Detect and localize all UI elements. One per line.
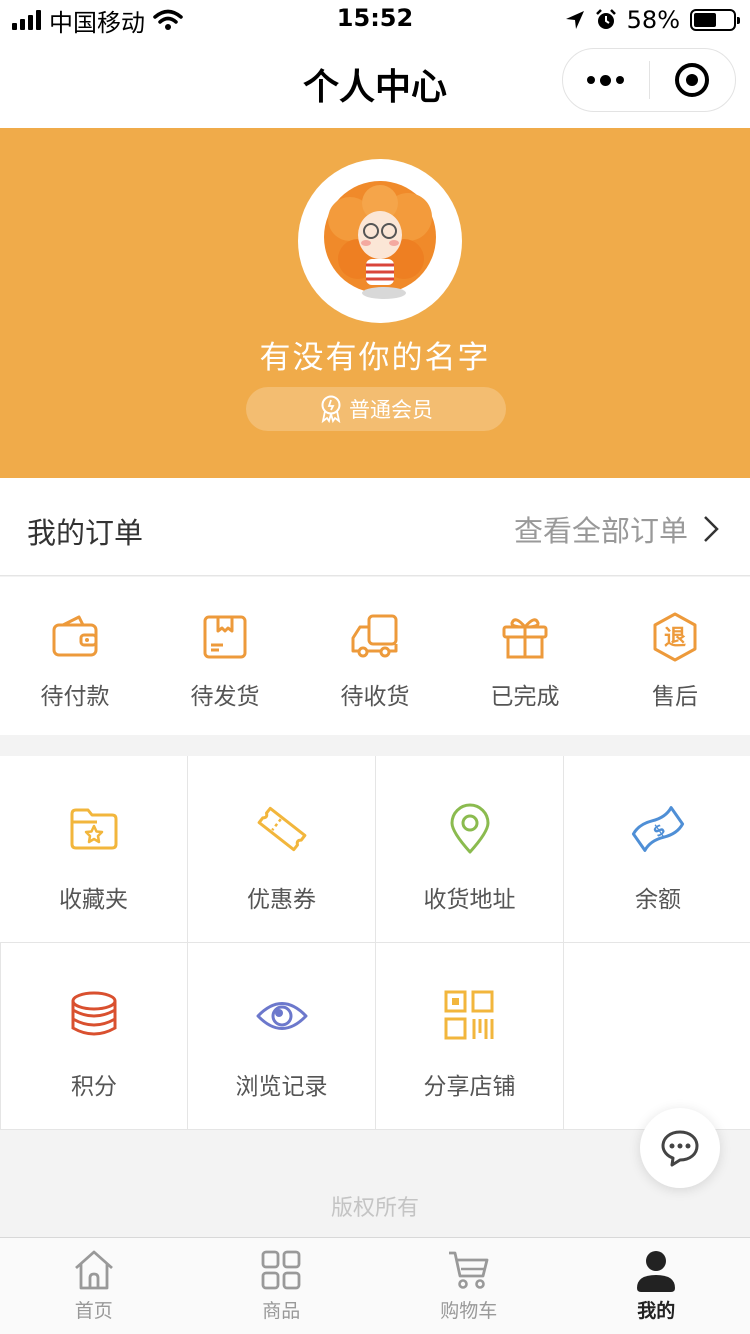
service-label: 余额 [635, 887, 681, 913]
grid-icon [261, 1250, 301, 1290]
package-icon [203, 615, 247, 659]
order-after-sales[interactable]: 退 售后 [600, 577, 750, 735]
bottom-tab-bar: 首页 商品 购物车 我的 [0, 1237, 750, 1334]
empty-cell [564, 943, 750, 1130]
order-completed[interactable]: 已完成 [450, 577, 600, 735]
chat-bubble-icon [661, 1130, 699, 1167]
battery-percent: 58% [626, 6, 680, 34]
share-store-cell[interactable]: 分享店铺 [376, 943, 564, 1130]
customer-service-button[interactable] [640, 1108, 720, 1188]
svg-text:退: 退 [664, 626, 686, 651]
location-pin-icon [450, 803, 489, 854]
qr-code-icon [444, 990, 493, 1040]
order-item-label: 待付款 [40, 684, 110, 710]
services-grid: 收藏夹 优惠券 收货地址 $ 余额 积分 浏览记录 分享店铺 [0, 756, 750, 1130]
order-item-label: 待发货 [190, 684, 260, 710]
order-pending-payment[interactable]: 待付款 [0, 577, 150, 735]
eye-icon [256, 1002, 307, 1030]
my-orders-header: 我的订单 查看全部订单 [0, 478, 750, 576]
status-bar: 中国移动 15:52 58% [0, 0, 750, 40]
my-orders-title: 我的订单 [27, 516, 144, 550]
order-pending-receipt[interactable]: 待收货 [300, 577, 450, 735]
service-label: 优惠券 [247, 887, 316, 913]
status-right: 58% [565, 6, 740, 34]
miniprogram-capsule [562, 48, 736, 112]
tab-label: 我的 [637, 1300, 676, 1322]
close-miniprogram-button[interactable] [650, 48, 736, 112]
more-menu-button[interactable] [563, 48, 649, 112]
tab-mine[interactable]: 我的 [563, 1238, 750, 1334]
coins-icon [71, 991, 117, 1036]
tab-home[interactable]: 首页 [0, 1238, 188, 1334]
avatar-illustration [324, 181, 436, 299]
points-cell[interactable]: 积分 [0, 943, 188, 1130]
location-arrow-icon [565, 11, 584, 29]
order-pending-shipment[interactable]: 待发货 [150, 577, 300, 735]
member-level-badge[interactable]: 普通会员 [246, 387, 506, 431]
balance-money-icon: $ [631, 806, 685, 852]
shipping-address-cell[interactable]: 收货地址 [376, 756, 564, 943]
balance-cell[interactable]: $ 余额 [564, 756, 750, 943]
copyright-text: 版权所有 [330, 1196, 419, 1221]
coupons-cell[interactable]: 优惠券 [188, 756, 376, 943]
user-icon [637, 1251, 676, 1292]
refund-icon: 退 [653, 612, 697, 662]
member-level-label: 普通会员 [349, 398, 433, 422]
service-label: 分享店铺 [423, 1074, 516, 1100]
tab-label: 商品 [262, 1300, 301, 1322]
browse-history-cell[interactable]: 浏览记录 [188, 943, 376, 1130]
favorites-cell[interactable]: 收藏夹 [0, 756, 188, 943]
tab-products[interactable]: 商品 [188, 1238, 376, 1334]
tab-label: 购物车 [440, 1300, 498, 1322]
view-all-orders-label: 查看全部订单 [513, 514, 688, 548]
target-circle-icon [675, 63, 710, 97]
gift-icon [502, 618, 548, 659]
tab-cart[interactable]: 购物车 [375, 1238, 563, 1334]
medal-icon [321, 395, 341, 423]
order-item-label: 待收货 [340, 684, 410, 710]
view-all-orders-link[interactable]: 查看全部订单 [514, 508, 720, 550]
profile-header: 有没有你的名字 普通会员 [0, 128, 750, 478]
wallet-icon [52, 615, 98, 657]
order-status-row: 待付款 待发货 待收货 已完成 退 售后 [0, 577, 750, 735]
order-item-label: 售后 [652, 684, 698, 710]
service-label: 浏览记录 [235, 1074, 328, 1100]
tab-label: 首页 [74, 1300, 113, 1322]
avatar[interactable] [298, 159, 462, 323]
service-label: 积分 [71, 1074, 117, 1100]
service-label: 收货地址 [423, 887, 516, 913]
more-dots-icon [587, 74, 625, 86]
truck-icon [351, 614, 398, 658]
favorites-folder-icon [70, 808, 117, 850]
home-icon [74, 1250, 113, 1290]
alarm-clock-icon [595, 9, 616, 29]
chevron-right-icon [704, 516, 719, 542]
service-label: 收藏夹 [59, 887, 128, 913]
coupon-icon [257, 806, 306, 852]
nav-bar: 个人中心 [0, 40, 750, 128]
order-item-label: 已完成 [490, 684, 560, 710]
battery-icon [690, 9, 740, 31]
username: 有没有你的名字 [259, 340, 491, 376]
cart-icon [448, 1251, 489, 1289]
